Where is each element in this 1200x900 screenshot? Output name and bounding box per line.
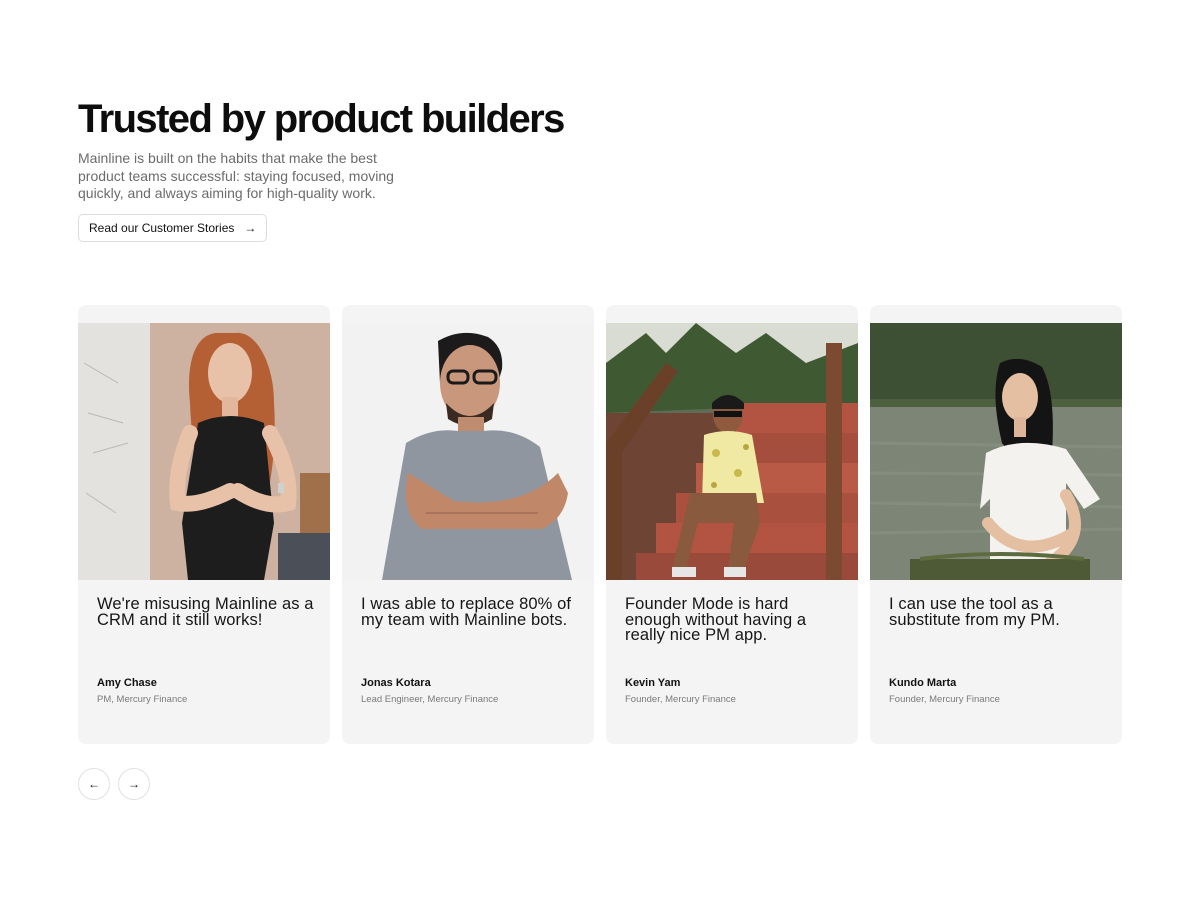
customer-stories-button[interactable]: Read our Customer Stories →: [78, 214, 268, 242]
photo-smiling-woman-red-hair: [78, 323, 330, 580]
testimonial-quote: I was able to replace 80% of my team wit…: [361, 595, 572, 629]
hero-description: Mainline is built on the habits that mak…: [78, 150, 394, 201]
testimonial-card: I was able to replace 80% of my team wit…: [342, 305, 594, 744]
arrow-left-icon: ←: [88, 777, 100, 791]
photo-man-sitting-on-stairs: [606, 323, 858, 580]
customer-stories-label: Read our Customer Stories: [89, 221, 235, 235]
testimonial-role: Founder, Mercury Finance: [625, 694, 736, 705]
page-title: Trusted by product builders: [78, 97, 565, 141]
testimonial-card: I can use the tool as a substitute from …: [870, 305, 1122, 744]
testimonial-card: Founder Mode is hard enough without havi…: [606, 305, 858, 744]
testimonial-role: PM, Mercury Finance: [97, 694, 188, 705]
carousel-next-button[interactable]: →: [118, 768, 150, 800]
testimonial-quote: I can use the tool as a substitute from …: [889, 595, 1060, 629]
testimonial-author: Jonas Kotara: [361, 677, 431, 689]
testimonial-author: Kundo Marta: [889, 677, 957, 689]
testimonial-carousel: We're misusing Mainline as a CRM and it …: [78, 305, 1122, 744]
testimonial-role: Founder, Mercury Finance: [889, 694, 1000, 705]
testimonial-quote: Founder Mode is hard enough without havi…: [625, 595, 807, 644]
arrow-right-icon: →: [128, 777, 140, 791]
testimonial-author: Kevin Yam: [625, 677, 681, 689]
photo-woman-meditating-by-lake: [870, 323, 1122, 580]
photo-man-glasses-crossed-arms: [342, 323, 594, 580]
testimonial-author: Amy Chase: [97, 677, 157, 689]
carousel-prev-button[interactable]: ←: [78, 768, 110, 800]
testimonial-quote: We're misusing Mainline as a CRM and it …: [97, 595, 314, 629]
hero-section: Trusted by product builders Mainline is …: [78, 96, 598, 242]
testimonial-role: Lead Engineer, Mercury Finance: [361, 694, 499, 705]
testimonial-card: We're misusing Mainline as a CRM and it …: [78, 305, 330, 744]
arrow-right-icon: →: [244, 221, 257, 235]
